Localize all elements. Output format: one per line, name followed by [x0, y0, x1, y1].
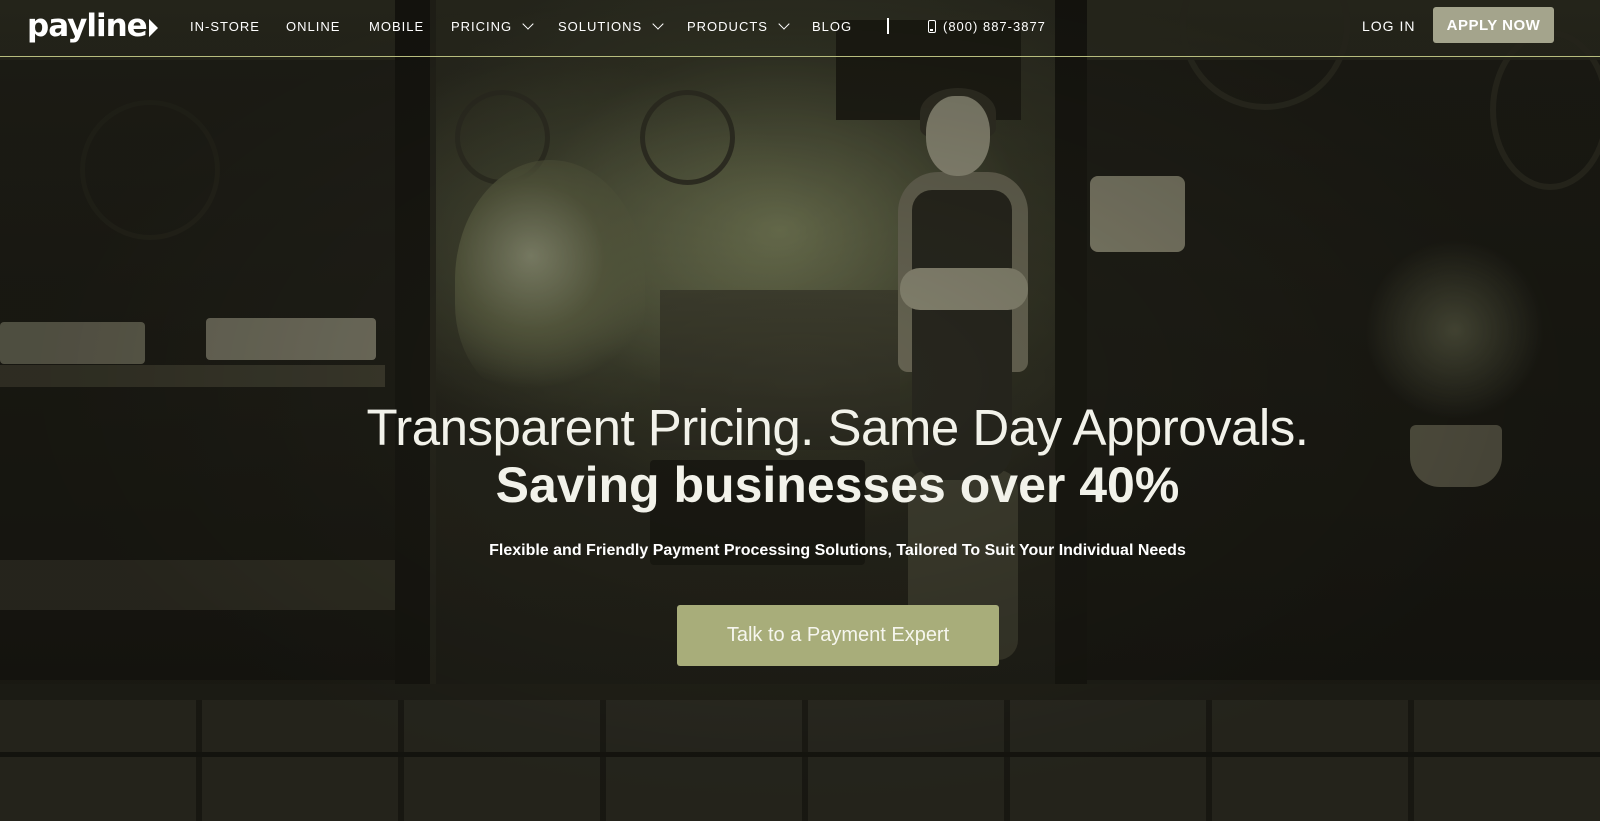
- nav-blog[interactable]: BLOG: [812, 0, 852, 52]
- mobile-phone-icon: [928, 19, 936, 33]
- phone-number: (800) 887-3877: [943, 18, 1046, 34]
- apply-now-button[interactable]: APPLY NOW: [1433, 7, 1554, 43]
- talk-to-expert-button[interactable]: Talk to a Payment Expert: [677, 605, 999, 666]
- logo-arrow-icon: [148, 18, 158, 37]
- chevron-down-icon: [652, 17, 664, 30]
- chevron-down-icon: [778, 17, 790, 30]
- nav-solutions-label: SOLUTIONS: [558, 18, 643, 34]
- nav-products-label: PRODUCTS: [687, 18, 768, 34]
- nav-in-store-label: IN-STORE: [190, 18, 260, 34]
- nav-online-label: ONLINE: [286, 18, 341, 34]
- nav-separator: [887, 18, 889, 34]
- payline-logo[interactable]: payline: [27, 8, 158, 44]
- hero-subheadline: Flexible and Friendly Payment Processing…: [489, 542, 1186, 559]
- nav-online[interactable]: ONLINE: [286, 0, 340, 52]
- hero-headline: Transparent Pricing. Same Day Approvals.: [366, 399, 1309, 456]
- chevron-down-icon: [522, 17, 534, 30]
- nav-pricing-label: PRICING: [451, 18, 513, 34]
- apply-now-label: APPLY NOW: [1446, 16, 1541, 34]
- nav-products[interactable]: PRODUCTS: [687, 0, 790, 52]
- hero-savings-headline: Saving businesses over 40%: [495, 457, 1180, 513]
- top-navigation: payline IN-STORE ONLINE MOBILE PRICING S…: [0, 0, 1600, 57]
- nav-blog-label: BLOG: [812, 18, 853, 34]
- nav-mobile-label: MOBILE: [369, 18, 425, 34]
- nav-mobile[interactable]: MOBILE: [369, 0, 424, 52]
- nav-solutions[interactable]: SOLUTIONS: [558, 0, 664, 52]
- nav-in-store[interactable]: IN-STORE: [190, 0, 260, 52]
- login-link[interactable]: LOG IN: [1362, 0, 1415, 52]
- logo-text: payline: [27, 8, 148, 44]
- cta-label: Talk to a Payment Expert: [726, 624, 950, 646]
- login-label: LOG IN: [1362, 18, 1416, 34]
- nav-pricing[interactable]: PRICING: [451, 0, 534, 52]
- phone-link[interactable]: (800) 887-3877: [928, 0, 1046, 52]
